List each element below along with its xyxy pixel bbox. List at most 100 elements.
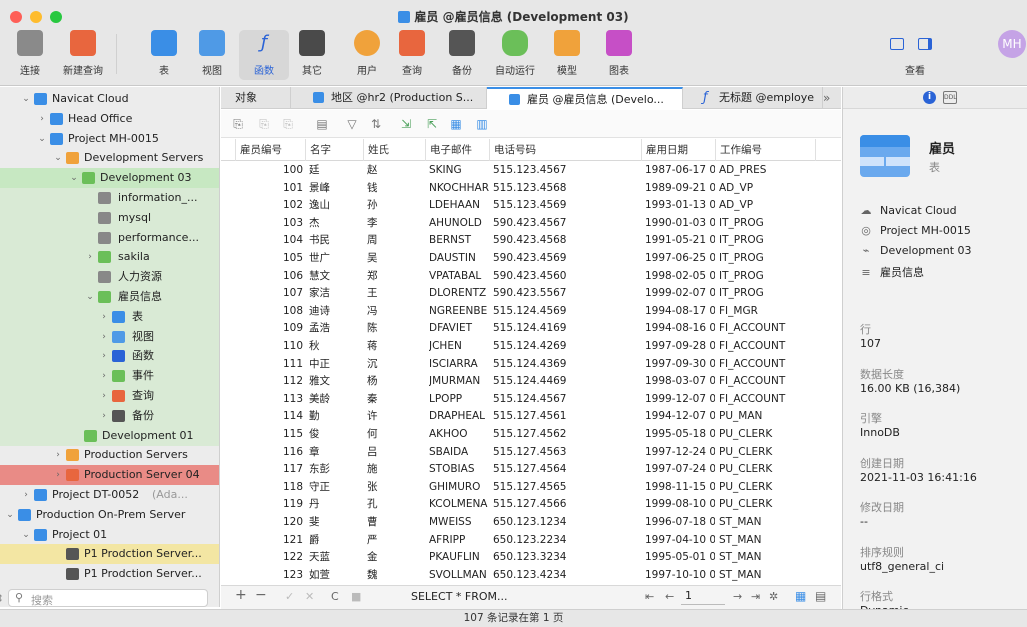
chevron-down-icon[interactable]: ⌄ bbox=[68, 168, 80, 188]
table-cell[interactable]: 106 bbox=[235, 268, 305, 286]
table-row[interactable]: 103 杰李 AHUNOLD 590.423.4567 1990-01-03 0(IT_… bbox=[221, 215, 841, 233]
table-cell[interactable]: 114 bbox=[235, 408, 305, 426]
tab-region-production[interactable]: 地区 @hr2 (Production S... bbox=[291, 87, 487, 109]
table-cell[interactable]: 迪诗 bbox=[309, 303, 363, 321]
table-cell[interactable]: 515.123.4568 bbox=[493, 180, 641, 198]
table-cell[interactable]: LPOPP bbox=[429, 391, 489, 409]
table-cell[interactable]: 杰 bbox=[309, 215, 363, 233]
table-cell[interactable]: 书民 bbox=[309, 232, 363, 250]
tree-node[interactable]: › 查询 bbox=[0, 386, 219, 406]
column-header[interactable]: 名字 bbox=[305, 139, 363, 161]
table-cell[interactable]: AFRIPP bbox=[429, 532, 489, 550]
table-cell[interactable]: 秦 bbox=[367, 391, 425, 409]
table-cell[interactable]: STOBIAS bbox=[429, 461, 489, 479]
first-page-button[interactable]: ⇤ bbox=[645, 590, 654, 603]
tree-node[interactable]: › 事件 bbox=[0, 366, 219, 387]
chevron-right-icon[interactable]: › bbox=[52, 465, 64, 485]
table-cell[interactable]: 秋 bbox=[309, 338, 363, 356]
table-cell[interactable]: 吕 bbox=[367, 444, 425, 462]
table-cell[interactable]: 117 bbox=[235, 461, 305, 479]
tree-node[interactable]: › Production Servers bbox=[0, 445, 219, 465]
chevron-right-icon[interactable]: › bbox=[98, 307, 110, 327]
discard-changes-button[interactable]: ✕ bbox=[305, 590, 314, 603]
table-cell[interactable]: IT_PROG bbox=[719, 250, 815, 268]
table-cell[interactable]: 100 bbox=[235, 162, 305, 180]
table-cell[interactable]: 1995-05-18 0( bbox=[645, 426, 715, 444]
table-cell[interactable]: 1989-09-21 0( bbox=[645, 180, 715, 198]
column-header[interactable]: 电子邮件 bbox=[425, 139, 489, 161]
table-cell[interactable]: NGREENBE bbox=[429, 303, 489, 321]
table-cell[interactable]: 515.124.4269 bbox=[493, 338, 641, 356]
table-cell[interactable]: 李 bbox=[367, 215, 425, 233]
table-cell[interactable]: FI_ACCOUNT bbox=[719, 320, 815, 338]
table-cell[interactable]: 650.123.1234 bbox=[493, 514, 641, 532]
table-cell[interactable]: 陈 bbox=[367, 320, 425, 338]
table-cell[interactable]: 丹 bbox=[309, 496, 363, 514]
table-cell[interactable]: 沉 bbox=[367, 356, 425, 374]
table-cell[interactable]: 515.124.4567 bbox=[493, 391, 641, 409]
table-cell[interactable]: 104 bbox=[235, 232, 305, 250]
tree-node[interactable]: Development 01 bbox=[0, 425, 219, 446]
table-cell[interactable]: 1998-02-05 0( bbox=[645, 268, 715, 286]
table-cell[interactable]: 103 bbox=[235, 215, 305, 233]
sort-icon[interactable]: ⇅ bbox=[369, 117, 383, 131]
toolbar-other-button[interactable]: 其它 bbox=[287, 30, 337, 80]
table-row[interactable]: 100 廷赵 SKING 515.123.4567 1987-06-17 0(AD_PR… bbox=[221, 162, 841, 180]
table-cell[interactable]: DRAPHEAL bbox=[429, 408, 489, 426]
table-cell[interactable]: KCOLMENA bbox=[429, 496, 489, 514]
table-cell[interactable]: 515.127.4566 bbox=[493, 496, 641, 514]
table-cell[interactable]: 1995-05-01 0( bbox=[645, 549, 715, 567]
table-cell[interactable]: AD_VP bbox=[719, 180, 815, 198]
table-cell[interactable]: 1998-03-07 0( bbox=[645, 373, 715, 391]
text-view-icon[interactable]: ▤ bbox=[315, 117, 329, 131]
table-cell[interactable]: SBAIDA bbox=[429, 444, 489, 462]
table-cell[interactable]: PU_CLERK bbox=[719, 479, 815, 497]
table-cell[interactable]: 111 bbox=[235, 356, 305, 374]
tab-employees[interactable]: 雇员 @雇员信息 (Develo... bbox=[487, 87, 683, 109]
table-cell[interactable]: 冯 bbox=[367, 303, 425, 321]
table-cell[interactable]: 张 bbox=[367, 479, 425, 497]
table-cell[interactable]: 1997-06-25 0( bbox=[645, 250, 715, 268]
table-cell[interactable]: IT_PROG bbox=[719, 215, 815, 233]
table-cell[interactable]: 1987-06-17 0( bbox=[645, 162, 715, 180]
sort-icon[interactable]: ⇕ bbox=[0, 592, 4, 605]
table-cell[interactable]: ST_MAN bbox=[719, 549, 815, 567]
table-cell[interactable]: 金 bbox=[367, 549, 425, 567]
filter-icon[interactable]: ▽ bbox=[345, 117, 359, 131]
tree-node[interactable]: › 视图 bbox=[0, 326, 219, 347]
tree-node[interactable]: performance... bbox=[0, 227, 219, 248]
table-cell[interactable]: PU_CLERK bbox=[719, 461, 815, 479]
tab-objects[interactable]: 对象 bbox=[221, 87, 291, 109]
table-cell[interactable]: FI_ACCOUNT bbox=[719, 391, 815, 409]
table-cell[interactable]: 515.123.4569 bbox=[493, 197, 641, 215]
table-cell[interactable]: 1991-05-21 0( bbox=[645, 232, 715, 250]
left-panel-toggle-icon[interactable] bbox=[890, 38, 904, 50]
previous-page-button[interactable]: ← bbox=[665, 590, 674, 603]
toolbar-user-button[interactable]: 用户 bbox=[342, 30, 392, 80]
table-cell[interactable]: DFAVIET bbox=[429, 320, 489, 338]
table-cell[interactable]: 118 bbox=[235, 479, 305, 497]
refresh-button[interactable]: C bbox=[331, 590, 339, 603]
delete-record-button[interactable]: − bbox=[255, 587, 267, 603]
next-page-button[interactable]: → bbox=[733, 590, 742, 603]
table-cell[interactable]: 1993-01-13 0( bbox=[645, 197, 715, 215]
table-cell[interactable]: 112 bbox=[235, 373, 305, 391]
table-row[interactable]: 110 秋蒋 JCHEN 515.124.4269 1997-09-28 0(FI_AC… bbox=[221, 338, 841, 356]
table-cell[interactable]: 世广 bbox=[309, 250, 363, 268]
chevron-right-icon[interactable]: › bbox=[98, 366, 110, 386]
table-cell[interactable]: 何 bbox=[367, 426, 425, 444]
table-cell[interactable]: PU_MAN bbox=[719, 408, 815, 426]
table-cell[interactable]: 1997-09-30 0( bbox=[645, 356, 715, 374]
table-cell[interactable]: 中正 bbox=[309, 356, 363, 374]
table-row[interactable]: 104 书民周 BERNST 590.423.4568 1991-05-21 0(IT_… bbox=[221, 232, 841, 250]
table-cell[interactable]: 赵 bbox=[367, 162, 425, 180]
table-cell[interactable]: 113 bbox=[235, 391, 305, 409]
table-cell[interactable]: 515.127.4563 bbox=[493, 444, 641, 462]
table-cell[interactable]: 515.124.4469 bbox=[493, 373, 641, 391]
chevron-down-icon[interactable]: ⌄ bbox=[20, 89, 32, 109]
tab-untitled-function[interactable]: ƒ 无标题 @employe bbox=[683, 87, 823, 109]
table-cell[interactable]: ISCIARRA bbox=[429, 356, 489, 374]
tree-node[interactable]: mysql bbox=[0, 207, 219, 228]
chevron-right-icon[interactable]: › bbox=[98, 327, 110, 347]
table-row[interactable]: 123 如萱魏 SVOLLMAN 650.123.4234 1997-10-10 00 S… bbox=[221, 567, 841, 585]
